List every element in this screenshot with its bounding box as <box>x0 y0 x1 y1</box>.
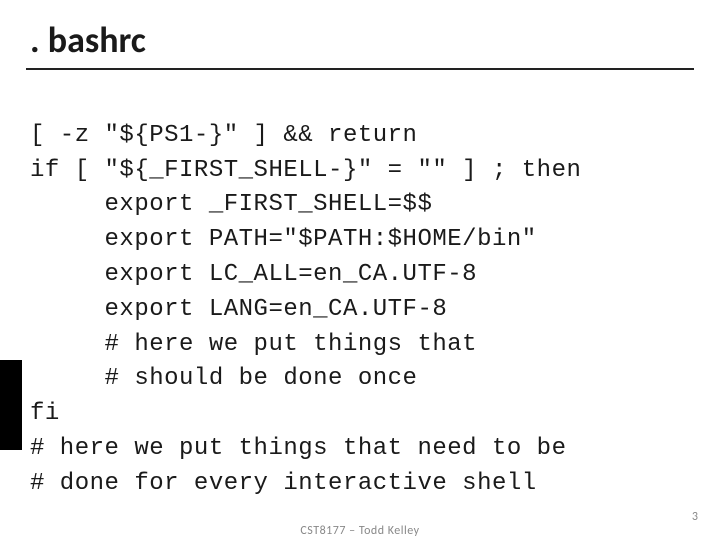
footer-center-text: CST8177 – Todd Kelley <box>0 524 720 538</box>
page-number: 3 <box>692 510 698 524</box>
slide-title: . bashrc <box>0 18 720 68</box>
code-line: export LANG=en_CA.UTF-8 <box>30 296 447 323</box>
code-line: [ -z "${PS1-}" ] && return <box>30 122 417 149</box>
code-line: export _FIRST_SHELL=$$ <box>30 191 432 218</box>
code-line: export PATH="$PATH:$HOME/bin" <box>30 226 537 253</box>
code-line: # should be done once <box>30 365 417 392</box>
code-line: fi <box>30 400 60 427</box>
left-black-bar <box>0 360 22 450</box>
code-line: # done for every interactive shell <box>30 470 537 497</box>
slide: . bashrc [ -z "${PS1-}" ] && return if [… <box>0 0 720 540</box>
title-underline <box>26 68 694 70</box>
code-line: # here we put things that <box>30 331 477 358</box>
code-block: [ -z "${PS1-}" ] && return if [ "${_FIRS… <box>0 84 720 502</box>
code-line: export LC_ALL=en_CA.UTF-8 <box>30 261 477 288</box>
code-line: # here we put things that need to be <box>30 435 566 462</box>
code-line: if [ "${_FIRST_SHELL-}" = "" ] ; then <box>30 157 581 184</box>
